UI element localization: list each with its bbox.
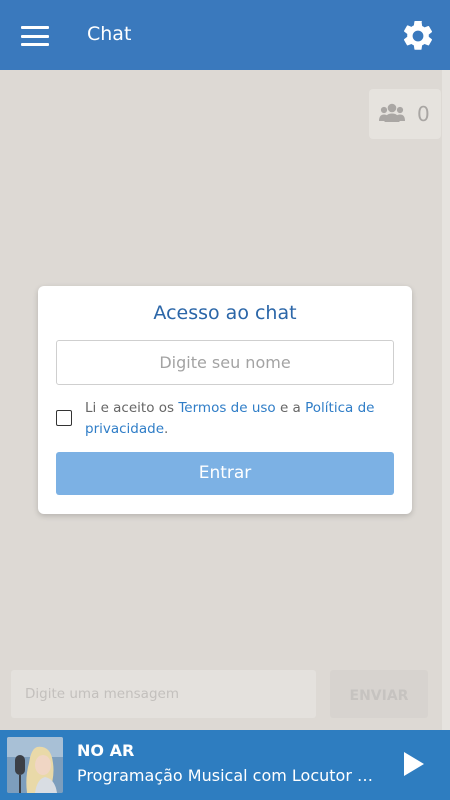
terms-label: Li e aceito os Termos de uso e a Polític… [85, 398, 385, 440]
terms-suffix-text: . [164, 421, 169, 437]
dialog-title: Acesso ao chat [153, 302, 297, 324]
message-input[interactable] [11, 670, 316, 718]
send-button[interactable]: ENVIAR [330, 670, 428, 718]
terms-of-use-link[interactable]: Termos de uso [178, 400, 275, 416]
terms-prefix-text: Li e aceito os [85, 400, 179, 416]
page-title: Chat [87, 23, 132, 45]
on-air-label: NO AR [77, 741, 135, 760]
online-users-count: 0 [417, 102, 430, 126]
app-bar: Chat [0, 0, 450, 70]
online-users-badge[interactable]: 0 [369, 89, 441, 139]
enter-button[interactable]: Entrar [56, 452, 394, 495]
message-bar: ENVIAR [0, 660, 442, 730]
program-title: Programação Musical com Locutor Virtual [77, 766, 382, 785]
play-icon[interactable] [402, 751, 426, 777]
name-input[interactable] [56, 340, 394, 385]
chat-access-dialog: Acesso ao chat Li e aceito os Termos de … [38, 286, 412, 514]
terms-middle-text: e a [275, 400, 306, 416]
hamburger-menu-icon[interactable] [21, 26, 49, 46]
program-avatar [7, 737, 63, 793]
radio-player-bar [0, 730, 450, 800]
gear-icon[interactable] [400, 18, 436, 54]
terms-checkbox[interactable] [56, 410, 72, 426]
users-icon [379, 103, 405, 122]
scrollbar[interactable] [442, 70, 450, 730]
